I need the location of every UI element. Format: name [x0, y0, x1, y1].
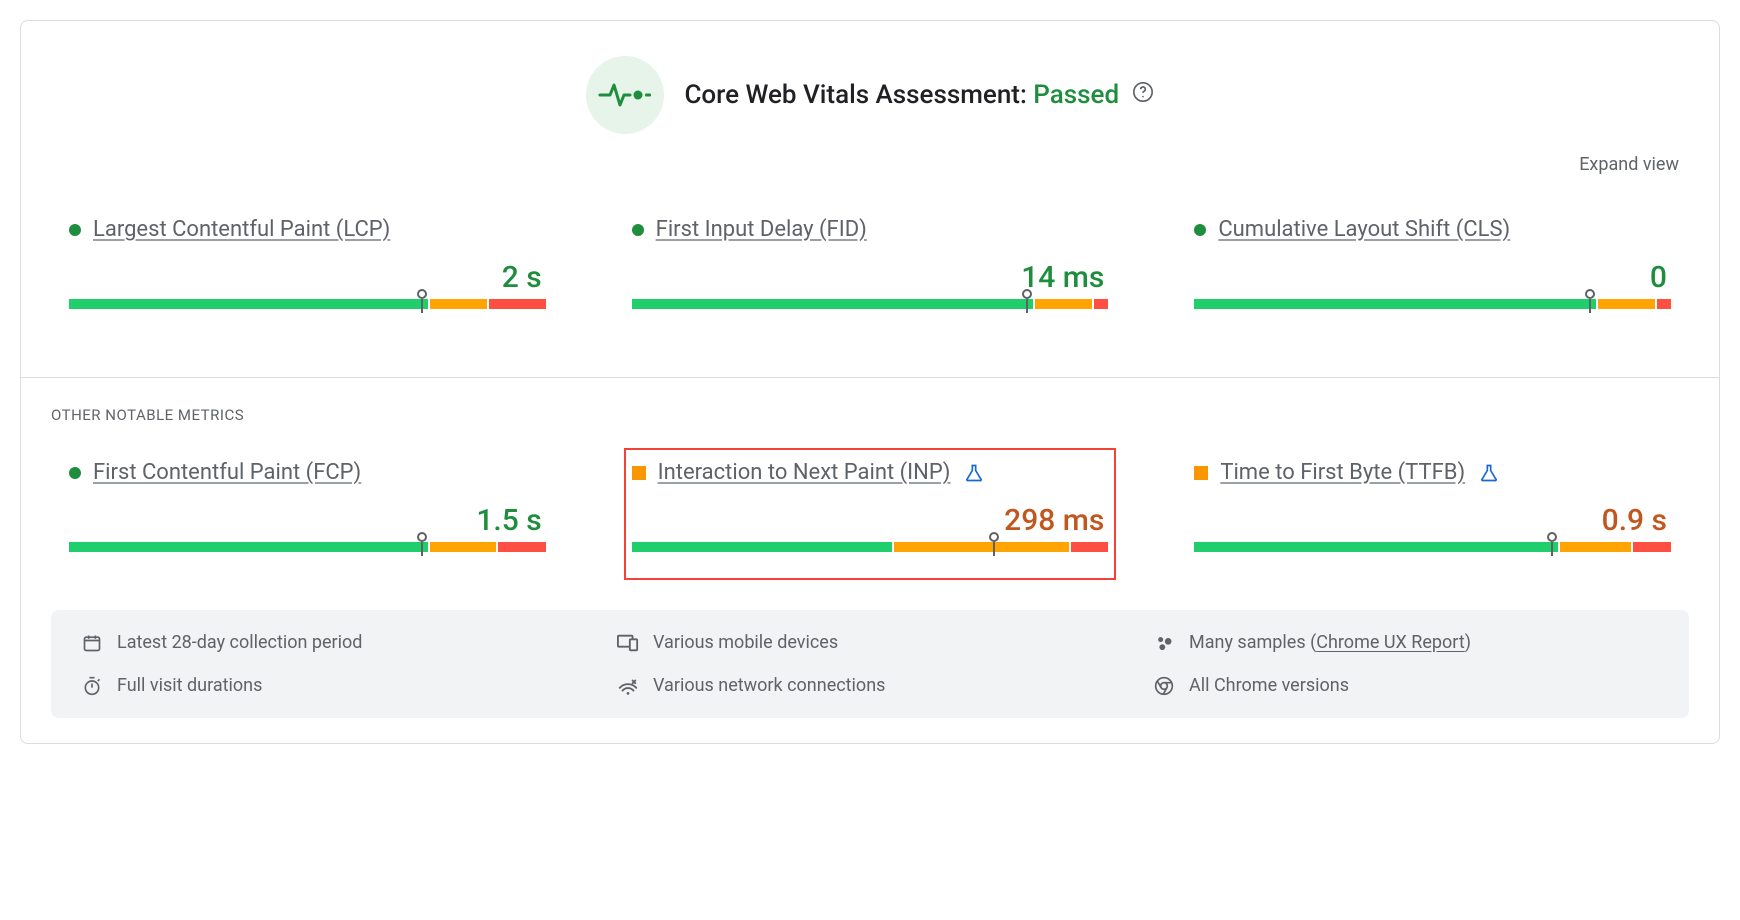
header: Core Web Vitals Assessment: Passed	[51, 41, 1689, 144]
footer-period-text: Latest 28-day collection period	[117, 632, 362, 653]
expand-view-row: Expand view	[51, 144, 1689, 205]
distribution-bar	[632, 299, 1109, 319]
segment-good	[1194, 299, 1596, 309]
metric-value: 14 ms	[632, 260, 1109, 295]
metric-value: 298 ms	[632, 503, 1109, 538]
status-square-avg	[1194, 466, 1208, 480]
divider	[21, 377, 1719, 378]
status-dot-good	[632, 224, 644, 236]
metric-name-link[interactable]: First Input Delay (FID)	[656, 217, 867, 242]
metric-fcp: First Contentful Paint (FCP) 1.5 s	[61, 448, 554, 580]
metric-name-row: Cumulative Layout Shift (CLS)	[1194, 217, 1671, 242]
segment-good	[69, 542, 428, 552]
segment-poor	[489, 299, 546, 309]
metric-value: 0.9 s	[1194, 503, 1671, 538]
footer-samples: Many samples (Chrome UX Report)	[1153, 632, 1659, 653]
percentile-marker	[1022, 289, 1032, 299]
metric-name-row: First Input Delay (FID)	[632, 217, 1109, 242]
cwv-card: Core Web Vitals Assessment: Passed Expan…	[20, 20, 1720, 744]
flask-icon	[1479, 463, 1499, 483]
core-metrics-grid: Largest Contentful Paint (LCP) 2 s First I…	[51, 205, 1689, 337]
distribution-bar	[1194, 542, 1671, 562]
metric-fid: First Input Delay (FID) 14 ms	[624, 205, 1117, 337]
segment-needs-improvement	[1560, 542, 1631, 552]
assessment-title-prefix: Core Web Vitals Assessment:	[684, 80, 1026, 110]
status-square-avg	[632, 466, 646, 480]
percentile-marker	[1547, 532, 1557, 542]
metric-name-link[interactable]: Largest Contentful Paint (LCP)	[93, 217, 390, 242]
network-icon	[617, 676, 639, 696]
metric-value: 2 s	[69, 260, 546, 295]
metric-name-link[interactable]: Cumulative Layout Shift (CLS)	[1218, 217, 1510, 242]
footer-durations-text: Full visit durations	[117, 675, 262, 696]
metric-inp: Interaction to Next Paint (INP) 298 ms	[624, 448, 1117, 580]
metric-name-link[interactable]: Interaction to Next Paint (INP)	[658, 460, 951, 485]
segment-good	[632, 299, 1034, 309]
segment-good	[69, 299, 428, 309]
percentile-marker	[417, 289, 427, 299]
segment-poor	[498, 542, 545, 552]
footer-network-text: Various network connections	[653, 675, 885, 696]
percentile-marker	[417, 532, 427, 542]
distribution-bar	[1194, 299, 1671, 319]
metric-name-row: Interaction to Next Paint (INP)	[632, 460, 1109, 485]
segment-needs-improvement	[1598, 299, 1655, 309]
calendar-icon	[81, 633, 103, 653]
metric-cls: Cumulative Layout Shift (CLS) 0	[1186, 205, 1679, 337]
segment-good	[1194, 542, 1558, 552]
metric-value: 1.5 s	[69, 503, 546, 538]
stopwatch-icon	[81, 676, 103, 696]
footer-devices: Various mobile devices	[617, 632, 1123, 653]
segment-good	[632, 542, 892, 552]
footer-devices-text: Various mobile devices	[653, 632, 838, 653]
metric-name-row: First Contentful Paint (FCP)	[69, 460, 546, 485]
footer-network: Various network connections	[617, 675, 1123, 696]
footer-versions: All Chrome versions	[1153, 675, 1659, 696]
vitals-pulse-icon	[586, 56, 664, 134]
segment-needs-improvement	[430, 542, 496, 552]
help-icon[interactable]	[1132, 81, 1154, 103]
percentile-marker	[989, 532, 999, 542]
expand-view-link[interactable]: Expand view	[1579, 154, 1679, 175]
segment-needs-improvement	[894, 542, 1069, 552]
status-dot-good	[69, 467, 81, 479]
footer-period: Latest 28-day collection period	[81, 632, 587, 653]
metric-name-row: Largest Contentful Paint (LCP)	[69, 217, 546, 242]
other-metrics-grid: First Contentful Paint (FCP) 1.5 s Interac…	[51, 448, 1689, 580]
footer: Latest 28-day collection period Various …	[51, 610, 1689, 718]
segment-poor	[1657, 299, 1671, 309]
devices-icon	[617, 633, 639, 653]
metric-name-link[interactable]: Time to First Byte (TTFB)	[1220, 460, 1465, 485]
metric-name-row: Time to First Byte (TTFB)	[1194, 460, 1671, 485]
footer-versions-text: All Chrome versions	[1189, 675, 1349, 696]
distribution-bar	[69, 542, 546, 562]
metric-name-link[interactable]: First Contentful Paint (FCP)	[93, 460, 361, 485]
footer-samples-text: Many samples (Chrome UX Report)	[1189, 632, 1471, 653]
metric-ttfb: Time to First Byte (TTFB) 0.9 s	[1186, 448, 1679, 580]
chrome-icon	[1153, 676, 1175, 696]
status-dot-good	[1194, 224, 1206, 236]
crux-report-link[interactable]: Chrome UX Report	[1316, 632, 1464, 653]
percentile-marker	[1585, 289, 1595, 299]
footer-durations: Full visit durations	[81, 675, 587, 696]
assessment-title: Core Web Vitals Assessment: Passed	[684, 80, 1153, 110]
metric-lcp: Largest Contentful Paint (LCP) 2 s	[61, 205, 554, 337]
status-dot-good	[69, 224, 81, 236]
samples-icon	[1153, 633, 1175, 653]
segment-poor	[1071, 542, 1109, 552]
segment-needs-improvement	[1035, 299, 1092, 309]
distribution-bar	[632, 542, 1109, 562]
distribution-bar	[69, 299, 546, 319]
segment-poor	[1633, 542, 1671, 552]
assessment-status: Passed	[1033, 80, 1119, 110]
flask-icon	[964, 463, 984, 483]
segment-needs-improvement	[430, 299, 487, 309]
segment-poor	[1094, 299, 1108, 309]
metric-value: 0	[1194, 260, 1671, 295]
section-label: OTHER NOTABLE METRICS	[51, 398, 1689, 448]
